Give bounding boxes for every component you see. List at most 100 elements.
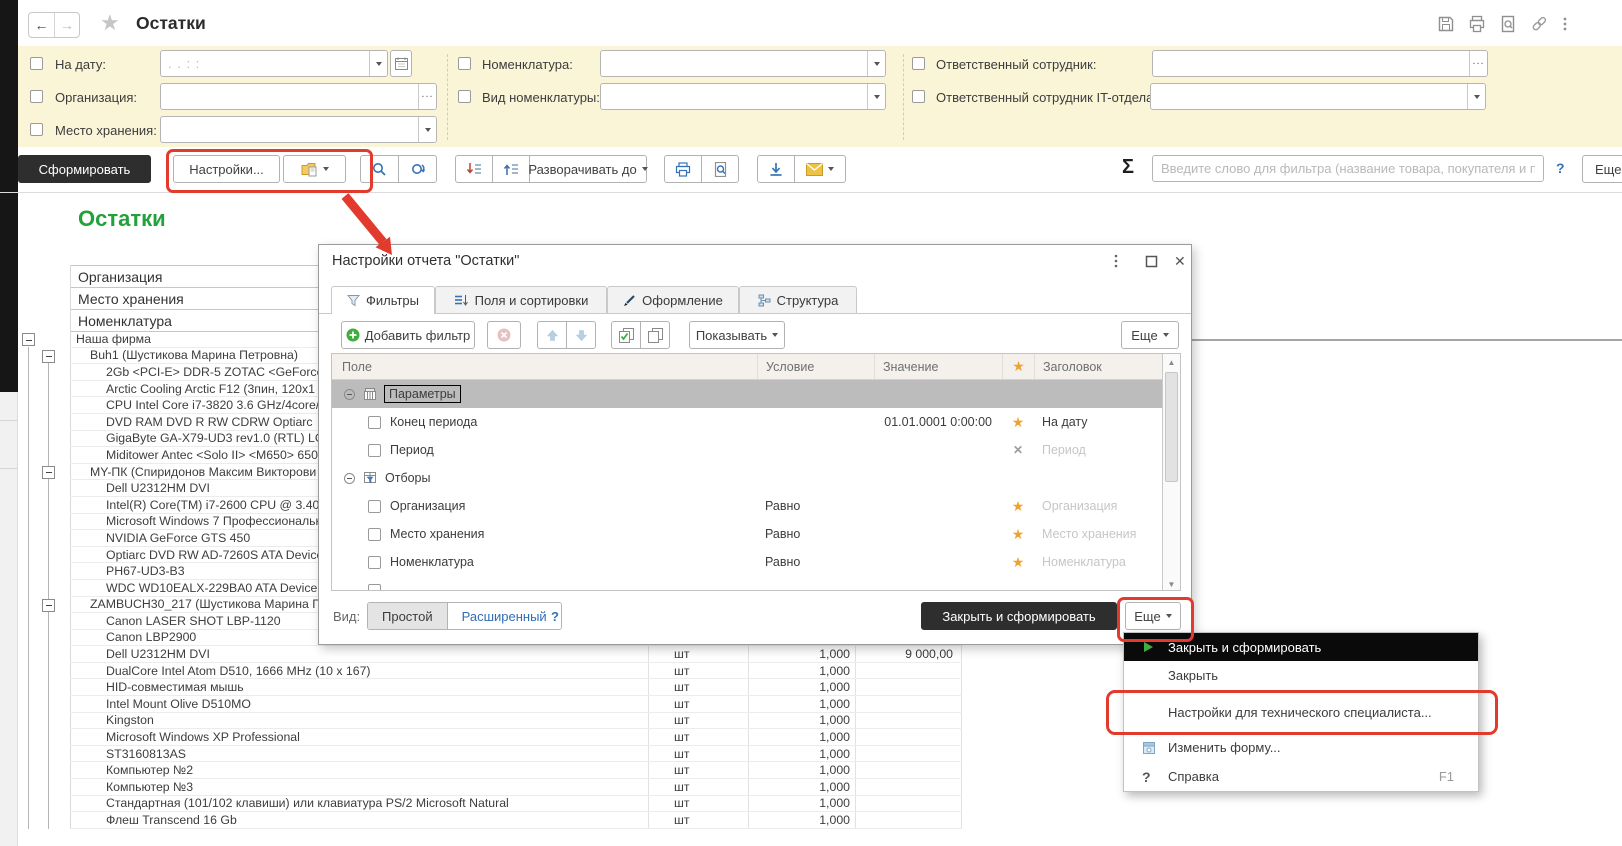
sigma-icon[interactable]: Σ [1122,156,1134,179]
grid-row[interactable]: Место храненияРавно★Место хранения [332,520,1180,548]
forward-button[interactable]: → [55,13,79,37]
scroll-up-icon[interactable]: ▲ [1163,354,1180,370]
tree-collapse-icon[interactable] [22,333,35,346]
search-button[interactable] [360,155,399,183]
group-collapse-icon[interactable] [344,473,355,484]
move-up-button[interactable] [537,321,567,349]
date-dropdown-icon[interactable] [369,51,387,76]
star-icon[interactable]: ★ [1012,414,1025,430]
grid-row[interactable] [332,576,1180,591]
organization-field[interactable] [160,83,437,110]
quick-filter-input[interactable] [1152,155,1544,182]
grid-row[interactable]: Конец периода01.01.0001 0:00:00★На дату [332,408,1180,436]
report-row[interactable]: HID-совместимая мышьшт1,000 [70,679,962,696]
delete-filter-button[interactable] [487,321,521,349]
grid-row[interactable]: ОрганизацияРавно★Организация [332,492,1180,520]
dialog-toolbar-more-button[interactable]: Еще [1121,321,1179,349]
cross-icon[interactable]: ✕ [1013,443,1023,457]
scrollbar-thumb[interactable] [1165,372,1178,482]
print-icon[interactable] [1468,15,1486,36]
group-collapse-icon[interactable] [344,389,355,400]
storage-dropdown-icon[interactable] [418,117,436,142]
report-row[interactable]: Флеш Transcend 16 Gbшт1,000 [70,812,962,829]
view-simple-button[interactable]: Простой [368,603,448,629]
report-row[interactable]: Dell U2312HM DVIшт1,0009 000,00 [70,646,962,663]
preview-icon[interactable] [1499,15,1517,36]
report-row[interactable]: Стандартная (101/102 клавиши) или клавиа… [70,796,962,813]
row-checkbox[interactable] [368,416,381,429]
close-and-generate-button[interactable]: Закрыть и сформировать [921,602,1117,630]
tab-structure[interactable]: Структура [739,286,857,313]
report-row[interactable]: Компьютер №3шт1,000 [70,779,962,796]
tree-collapse-icon[interactable] [42,599,55,612]
help-link[interactable]: ? [1556,160,1565,176]
filter-employee-checkbox[interactable] [912,57,925,70]
tree-collapse-icon[interactable] [42,350,55,363]
menu-item[interactable]: Закрыть и сформировать [1124,633,1478,661]
report-variant-button[interactable] [283,155,346,183]
uncheck-all-button[interactable] [640,321,670,349]
filter-nomenclature-type-checkbox[interactable] [458,90,471,103]
filter-storage-checkbox[interactable] [30,123,43,136]
collapse-groups-button[interactable] [455,155,493,183]
tab-filters[interactable]: Фильтры [331,286,435,314]
generate-button[interactable]: Сформировать [18,155,151,183]
storage-field[interactable] [160,116,437,143]
dialog-more-button[interactable]: Еще [1125,602,1181,630]
filter-it-employee-checkbox[interactable] [912,90,925,103]
scroll-down-icon[interactable]: ▼ [1163,576,1180,591]
nomenclature-type-field[interactable] [600,83,886,110]
grid-group-row[interactable]: Отборы [332,464,1180,492]
grid-row[interactable]: НоменклатураРавно★Номенклатура [332,548,1180,576]
row-checkbox[interactable] [368,528,381,541]
print-preview-button[interactable] [701,155,739,183]
show-dropdown-button[interactable]: Показывать [689,321,785,349]
menu-item[interactable]: ?СправкаF1 [1124,762,1478,791]
nomenclature-type-dropdown-icon[interactable] [867,84,885,109]
left-panel-strip[interactable] [0,0,18,392]
check-all-button[interactable] [611,321,641,349]
report-row[interactable]: Компьютер №2шт1,000 [70,762,962,779]
search-next-button[interactable] [398,155,437,183]
row-checkbox[interactable] [368,500,381,513]
dialog-help-link[interactable]: ? [551,609,559,624]
it-employee-field[interactable] [1150,83,1486,110]
report-row[interactable]: ST3160813ASшт1,000 [70,746,962,763]
tab-fields-sorting[interactable]: Поля и сортировки [435,286,607,313]
filter-nomenclature-checkbox[interactable] [458,57,471,70]
star-icon[interactable]: ★ [1012,554,1025,570]
favorite-star-icon[interactable]: ★ [100,10,120,36]
dialog-maximize-icon[interactable] [1145,255,1158,271]
menu-item[interactable]: Закрыть [1124,661,1478,690]
settings-button[interactable]: Настройки... [173,155,280,183]
save-icon[interactable] [1437,15,1455,36]
organization-ellipsis-icon[interactable] [418,84,436,109]
report-row[interactable]: Intel Mount Olive D510MOшт1,000 [70,696,962,713]
grid-group-row[interactable]: Параметры [332,380,1180,408]
back-button[interactable]: ← [29,13,55,37]
employee-ellipsis-icon[interactable] [1469,51,1487,76]
star-icon[interactable]: ★ [1012,526,1025,542]
tab-appearance[interactable]: Оформление [607,286,739,313]
report-row[interactable]: Microsoft Windows XP Professionalшт1,000 [70,729,962,746]
grid-row[interactable]: Период✕Период [332,436,1180,464]
star-icon[interactable]: ★ [1012,498,1025,514]
calendar-button[interactable] [390,50,412,77]
report-row[interactable]: DualCore Intel Atom D510, 1666 MHz (10 x… [70,663,962,680]
filter-date-checkbox[interactable] [30,57,43,70]
save-report-button[interactable] [757,155,795,183]
add-filter-button[interactable]: Добавить фильтр [341,321,475,349]
row-checkbox[interactable] [368,584,381,592]
send-email-button[interactable] [794,155,846,183]
menu-item[interactable]: Изменить форму... [1124,733,1478,762]
row-checkbox[interactable] [368,444,381,457]
row-checkbox[interactable] [368,556,381,569]
nomenclature-field[interactable] [600,50,886,77]
tree-collapse-icon[interactable] [42,466,55,479]
more-dots-icon[interactable] [1562,15,1568,36]
filter-organization-checkbox[interactable] [30,90,43,103]
print-button[interactable] [664,155,702,183]
grid-scrollbar[interactable]: ▲ ▼ [1162,354,1180,591]
move-down-button[interactable] [566,321,596,349]
report-row[interactable]: Kingstonшт1,000 [70,713,962,730]
